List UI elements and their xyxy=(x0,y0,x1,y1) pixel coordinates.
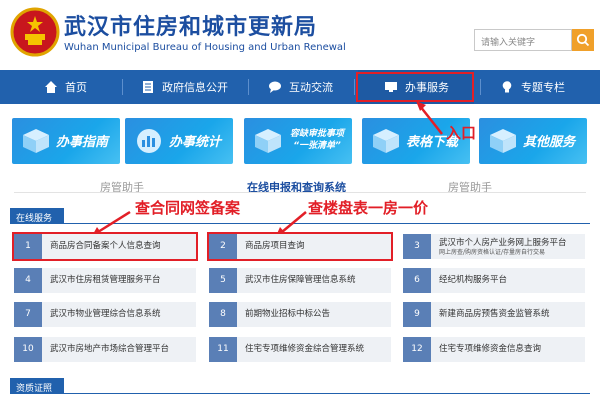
service-number: 9 xyxy=(403,302,431,327)
search-button[interactable] xyxy=(572,29,594,51)
highlight-box-contract xyxy=(12,232,198,261)
page: 武汉市住房和城市更新局 Wuhan Municipal Bureau of Ho… xyxy=(0,0,600,400)
tile-label: 其他服务 xyxy=(523,135,576,150)
service-item-5[interactable]: 5 武汉市住房保障管理信息系统 xyxy=(209,268,391,293)
tile-label-line2: “一张清单” xyxy=(293,141,341,151)
service-item-11[interactable]: 11 住宅专项维修资金综合管理系统 xyxy=(209,337,391,362)
service-number: 4 xyxy=(14,268,42,293)
tile-guide[interactable]: 办事指南 xyxy=(12,118,120,164)
search-input[interactable]: 请输入关键字 xyxy=(474,29,572,51)
service-number: 6 xyxy=(403,268,431,293)
cube-icon xyxy=(490,129,516,153)
service-number: 5 xyxy=(209,268,237,293)
tile-label-line1: 容缺审批事项 xyxy=(290,129,345,139)
service-number: 12 xyxy=(403,337,431,362)
annotation-building: 查楼盘表一房一价 xyxy=(308,199,429,217)
service-item-10[interactable]: 10 武汉市房地产市场综合管理平台 xyxy=(14,337,196,362)
service-label: 武汉市房地产市场综合管理平台 xyxy=(50,344,170,354)
tile-label: 容缺审批事项 “一张清单” xyxy=(290,128,344,152)
nav-item-label: 专题专栏 xyxy=(521,81,565,94)
home-icon xyxy=(45,81,57,93)
site-title-english: Wuhan Municipal Bureau of Housing and Ur… xyxy=(64,42,346,53)
service-label: 住宅专项维修资金综合管理系统 xyxy=(245,344,365,354)
annotation-contract: 查合同网签备案 xyxy=(135,199,241,217)
service-label: 武汉市住房租赁管理服务平台 xyxy=(50,275,161,285)
nav-item-home[interactable]: 首页 xyxy=(44,70,87,104)
service-item-8[interactable]: 8 前期物业招标中标公告 xyxy=(209,302,391,327)
service-item-4[interactable]: 4 武汉市住房租赁管理服务平台 xyxy=(14,268,196,293)
main-nav: 首页 政府信息公开 互动交流 办事服务 专题专栏 xyxy=(0,70,600,104)
service-label: 住宅专项维修资金信息查询 xyxy=(439,344,542,354)
service-item-9[interactable]: 9 新建商品房预售资金监管系统 xyxy=(403,302,585,327)
highlight-box-building xyxy=(207,232,393,261)
service-label: 武汉市个人房产业务网上服务平台 xyxy=(439,238,567,248)
tile-label: 办事指南 xyxy=(56,135,109,150)
nav-divider xyxy=(122,79,123,95)
annotation-entry: 入口 xyxy=(446,124,477,142)
cube-icon xyxy=(255,129,281,153)
service-item-3[interactable]: 3 武汉市个人房产业务网上服务平台 网上房查/购房资格认证/存量房自行交易 xyxy=(403,234,585,259)
tile-approval-list[interactable]: 容缺审批事项 “一张清单” xyxy=(244,118,352,164)
service-number: 8 xyxy=(209,302,237,327)
tile-label: 办事统计 xyxy=(169,135,222,150)
service-label: 前期物业招标中标公告 xyxy=(245,309,331,319)
site-title: 武汉市住房和城市更新局 xyxy=(64,15,318,40)
nav-item-label: 政府信息公开 xyxy=(162,81,228,94)
nav-divider xyxy=(248,79,249,95)
bulb-icon xyxy=(502,81,512,93)
nav-item-label: 互动交流 xyxy=(289,81,333,94)
service-number: 11 xyxy=(209,337,237,362)
tile-other-services[interactable]: 其他服务 xyxy=(479,118,587,164)
section-tab-qualification[interactable]: 资质证照 xyxy=(10,378,64,394)
nav-item-interaction[interactable]: 互动交流 xyxy=(268,70,333,104)
chart-icon xyxy=(137,129,161,153)
nav-item-topics[interactable]: 专题专栏 xyxy=(500,70,565,104)
site-header: 武汉市住房和城市更新局 Wuhan Municipal Bureau of Ho… xyxy=(0,0,600,70)
search-icon xyxy=(576,33,590,47)
nav-item-label: 首页 xyxy=(65,81,87,94)
tile-statistics[interactable]: 办事统计 xyxy=(125,118,233,164)
service-label: 经纪机构服务平台 xyxy=(439,275,508,285)
section-tab-online[interactable]: 在线服务 xyxy=(10,208,64,224)
service-number: 10 xyxy=(14,337,42,362)
service-sublabel: 网上房查/购房资格认证/存量房自行交易 xyxy=(439,249,546,256)
service-item-7[interactable]: 7 武汉市物业管理综合信息系统 xyxy=(14,302,196,327)
subnav-divider xyxy=(14,192,586,193)
service-item-12[interactable]: 12 住宅专项维修资金信息查询 xyxy=(403,337,585,362)
national-emblem-icon xyxy=(10,7,60,57)
document-icon xyxy=(143,81,153,93)
chat-bubble-icon xyxy=(269,81,281,93)
nav-divider xyxy=(354,79,355,95)
service-item-6[interactable]: 6 经纪机构服务平台 xyxy=(403,268,585,293)
service-number: 7 xyxy=(14,302,42,327)
nav-divider xyxy=(480,79,481,95)
nav-item-gov-info[interactable]: 政府信息公开 xyxy=(141,70,228,104)
service-number: 3 xyxy=(403,234,431,259)
cube-icon xyxy=(23,129,49,153)
cube-icon xyxy=(373,129,399,153)
service-label: 新建商品房预售资金监管系统 xyxy=(439,309,550,319)
service-label: 武汉市物业管理综合信息系统 xyxy=(50,309,161,319)
service-label: 武汉市住房保障管理信息系统 xyxy=(245,275,356,285)
section-divider xyxy=(10,393,590,394)
